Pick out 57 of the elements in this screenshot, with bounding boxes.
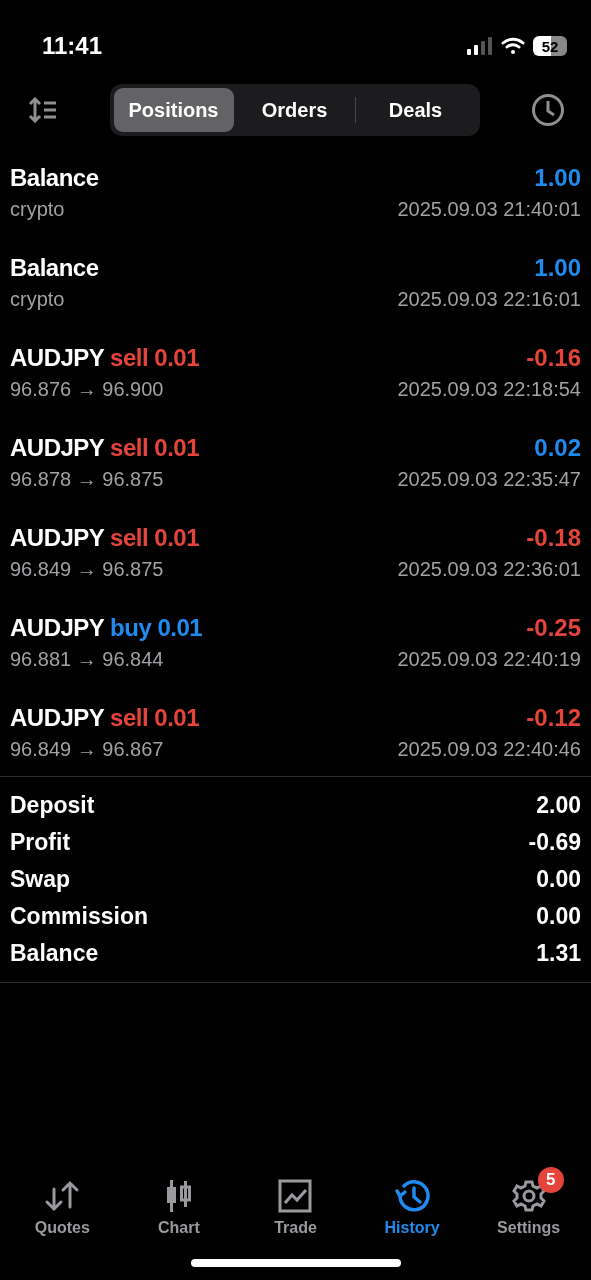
summary-value: 2.00 — [536, 792, 581, 819]
deal-time: 2025.09.03 22:40:19 — [397, 647, 581, 671]
summary-label: Deposit — [10, 792, 95, 819]
deal-profit: 1.00 — [534, 163, 581, 192]
line-chart-icon — [278, 1179, 313, 1213]
clock: 11:41 — [42, 32, 103, 60]
summary-label: Profit — [10, 829, 71, 856]
signal-icon — [467, 37, 493, 55]
deal-prices: 96.876 → 96.900 — [10, 377, 164, 401]
summary-label: Commission — [10, 903, 149, 930]
notification-badge: 5 — [537, 1167, 564, 1193]
clock-icon[interactable] — [531, 93, 565, 127]
summary-label: Swap — [10, 866, 71, 893]
summary-value: 1.31 — [536, 940, 581, 967]
deal-title: Balance — [10, 253, 99, 282]
tab-bar-item[interactable]: Settings 5 — [473, 1167, 584, 1237]
summary-value: 0.00 — [536, 866, 581, 893]
deal-profit: -0.12 — [526, 703, 581, 732]
battery-level: 52 — [533, 36, 567, 56]
deal-comment: crypto — [10, 197, 65, 221]
segment-tab[interactable]: Deals — [355, 88, 476, 132]
summary-value: -0.69 — [528, 829, 581, 856]
deal-title: Balance — [10, 163, 99, 192]
wifi-icon — [501, 37, 525, 55]
deal-prices: 96.878 → 96.875 — [10, 467, 164, 491]
tab-bar-item[interactable]: Chart — [123, 1167, 234, 1237]
deal-time: 2025.09.03 22:35:47 — [397, 467, 581, 491]
segment-tab[interactable]: Orders — [234, 88, 355, 132]
tab-bar-item[interactable]: Trade — [240, 1167, 351, 1237]
deal-time: 2025.09.03 22:16:01 — [397, 287, 581, 311]
tab-bar-item[interactable]: History — [357, 1167, 468, 1237]
deal-profit: -0.18 — [526, 523, 581, 552]
summary-label: Balance — [10, 940, 99, 967]
deal-profit: 0.02 — [534, 433, 581, 462]
deal-comment: crypto — [10, 287, 65, 311]
arrows-icon — [44, 1179, 81, 1213]
sort-icon[interactable] — [28, 97, 58, 123]
settings-icon — [511, 1179, 546, 1213]
deal-profit: -0.25 — [526, 613, 581, 642]
deal-title: AUDJPY sell 0.01 — [10, 523, 200, 552]
deal-time: 2025.09.03 22:40:46 — [397, 737, 581, 761]
deal-prices: 96.881 → 96.844 — [10, 647, 164, 671]
deal-title: AUDJPY sell 0.01 — [10, 343, 200, 372]
deal-time: 2025.09.03 21:40:01 — [397, 197, 581, 221]
deal-time: 2025.09.03 22:18:54 — [397, 377, 581, 401]
segment-tab[interactable]: Positions — [113, 88, 234, 132]
summary-value: 0.00 — [536, 903, 581, 930]
deal-title: AUDJPY sell 0.01 — [10, 703, 200, 732]
history-icon — [394, 1179, 431, 1213]
deal-profit: -0.16 — [526, 343, 581, 372]
tab-bar-item[interactable]: Quotes — [7, 1167, 118, 1237]
deal-prices: 96.849 → 96.875 — [10, 557, 164, 581]
deal-title: AUDJPY buy 0.01 — [10, 613, 203, 642]
deal-prices: 96.849 → 96.867 — [10, 737, 164, 761]
deal-title: AUDJPY sell 0.01 — [10, 433, 200, 462]
deal-time: 2025.09.03 22:36:01 — [397, 557, 581, 581]
deal-profit: 1.00 — [534, 253, 581, 282]
